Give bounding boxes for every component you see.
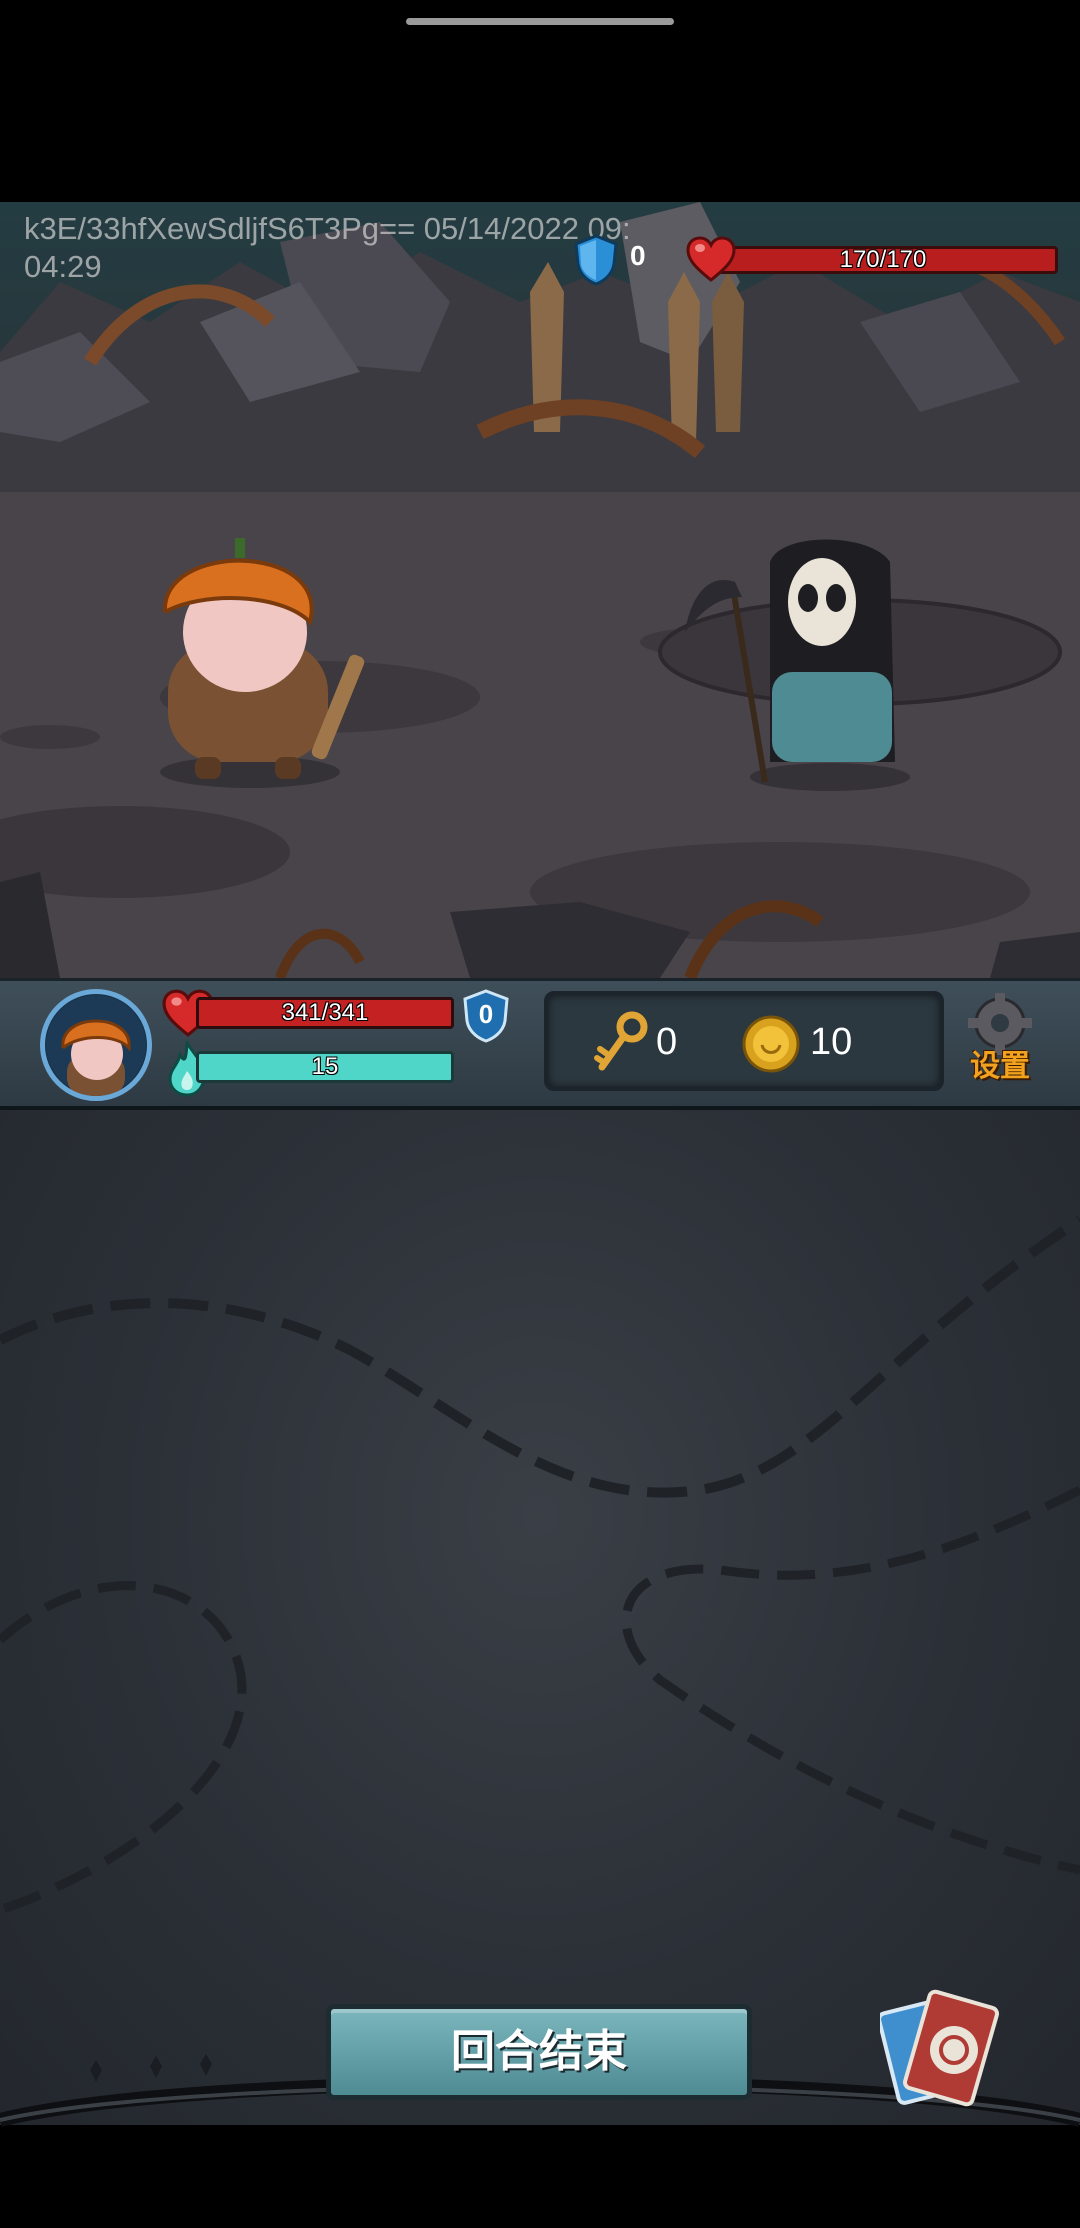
player-hp-bar: 341/341 xyxy=(196,997,454,1029)
enemy-hp-bar: 170/170 xyxy=(708,246,1058,274)
coin-icon xyxy=(742,1015,800,1073)
settings-button[interactable]: 设置 xyxy=(960,991,1040,1093)
key-icon xyxy=(594,1011,648,1071)
heart-icon xyxy=(686,236,736,282)
card-deck-icon[interactable] xyxy=(880,1988,1020,2112)
settings-label: 设置 xyxy=(970,1050,1030,1083)
battle-scene xyxy=(0,202,1080,978)
enemy-hp-text: 170/170 xyxy=(839,246,927,273)
resource-panel: 0 10 xyxy=(544,991,944,1091)
player-hp-text: 341/341 xyxy=(281,999,369,1026)
player-avatar[interactable] xyxy=(40,989,152,1101)
watermark-text: k3E/33hfXewSdljfS6T3Pg== 05/14/2022 09:0… xyxy=(24,211,631,284)
battle-background xyxy=(0,202,1080,978)
card-board xyxy=(0,1110,1080,2125)
board-map-paths xyxy=(0,1215,1080,1915)
player-shield-value: 0 xyxy=(478,999,494,1029)
player-status-bar: 341/341 15 0 0 10 设置 xyxy=(0,978,1080,1110)
gesture-bar[interactable] xyxy=(406,18,674,25)
end-turn-button[interactable]: 回合结束 xyxy=(326,2004,752,2100)
player-energy-bar: 15 xyxy=(196,1051,454,1083)
coin-count: 10 xyxy=(810,1021,853,1063)
player-energy-text: 15 xyxy=(311,1053,339,1080)
pumpkin-hero-icon xyxy=(46,995,146,1096)
enemy-shield-value: 0 xyxy=(630,240,646,271)
shield-icon xyxy=(574,234,618,286)
key-count: 0 xyxy=(656,1021,678,1063)
